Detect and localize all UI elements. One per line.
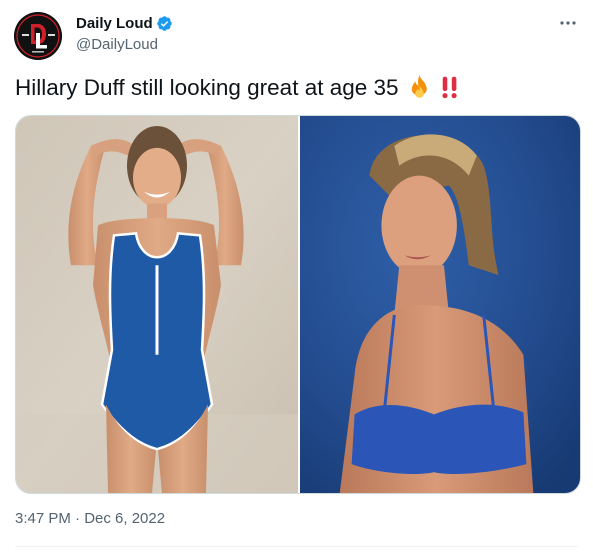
media-grid — [15, 115, 581, 494]
author-handle[interactable]: @DailyLoud — [76, 36, 173, 53]
tweet-timestamp[interactable]: 3:47 PM · Dec 6, 2022 — [15, 510, 165, 527]
daily-loud-logo-icon — [14, 12, 62, 60]
author-display-name[interactable]: Daily Loud — [76, 15, 153, 32]
verified-badge-icon — [156, 15, 173, 32]
author-info: Daily Loud @DailyLoud — [76, 13, 173, 53]
photo-bikini-image — [300, 116, 580, 493]
tweet-text: Hillary Duff still looking great at age … — [15, 74, 460, 101]
avatar[interactable] — [14, 12, 62, 60]
double-exclamation-emoji-icon — [440, 75, 460, 100]
fire-emoji-icon — [407, 74, 432, 101]
divider — [15, 546, 578, 547]
photo-1[interactable] — [16, 116, 298, 493]
tweet-body: Hillary Duff still looking great at age … — [15, 74, 399, 100]
more-dots-icon — [560, 21, 576, 25]
more-options-button[interactable] — [557, 12, 579, 34]
tweet-card: Daily Loud @DailyLoud Hillary Duff still… — [0, 0, 593, 552]
photo-swimsuit-image — [16, 116, 298, 493]
photo-2[interactable] — [300, 116, 580, 493]
